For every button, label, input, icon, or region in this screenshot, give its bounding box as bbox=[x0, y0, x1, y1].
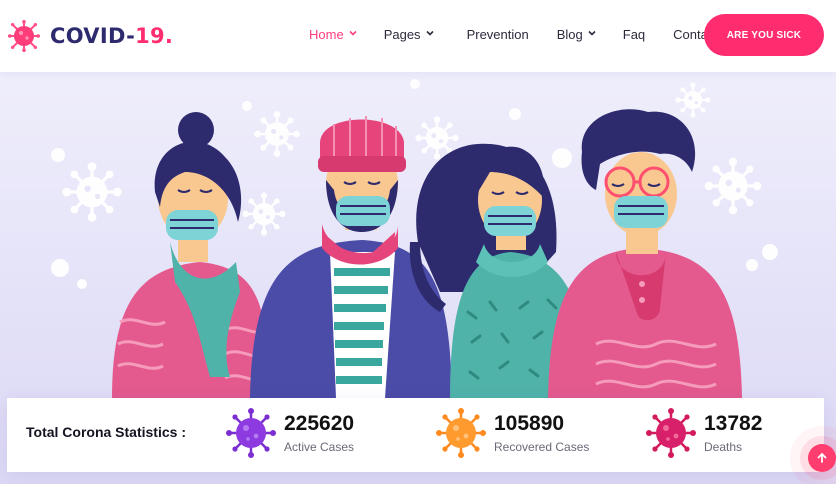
virus-logo-icon bbox=[8, 20, 40, 52]
person-man-beanie bbox=[250, 116, 452, 398]
are-you-sick-button[interactable]: ARE YOU SICK bbox=[704, 14, 824, 56]
chevron-down-icon bbox=[425, 30, 434, 36]
logo[interactable]: COVID-19. bbox=[8, 18, 173, 54]
stat-value: 225620 bbox=[284, 412, 355, 435]
nav-item-faq[interactable]: Faq bbox=[623, 27, 645, 42]
virus-icon bbox=[646, 408, 696, 458]
nav-item-label: Pages bbox=[383, 27, 421, 42]
stat-label: Recovered Cases bbox=[494, 440, 590, 454]
site-header: COVID-19. Home Pages Prevention Blog Faq… bbox=[0, 0, 836, 72]
virus-icon bbox=[226, 408, 276, 458]
nav-item-blog[interactable]: Blog bbox=[557, 27, 596, 42]
nav-item-label: Home bbox=[309, 27, 344, 42]
statistics-bar: Total Corona Statistics : 225620 Active … bbox=[7, 398, 824, 472]
person-man-glasses bbox=[548, 109, 742, 398]
virus-icon bbox=[436, 408, 486, 458]
nav-item-label: Blog bbox=[556, 27, 583, 42]
stat-value: 13782 bbox=[704, 412, 763, 435]
statistics-title: Total Corona Statistics : bbox=[26, 424, 186, 440]
nav-item-label: Faq bbox=[622, 27, 646, 42]
chevron-down-icon bbox=[588, 30, 596, 36]
nav-item-label: Prevention bbox=[466, 27, 529, 42]
nav-item-prevention[interactable]: Prevention bbox=[467, 27, 529, 42]
stat-value: 105890 bbox=[494, 412, 565, 435]
main-nav: Home Pages Prevention Blog Faq Contact bbox=[309, 27, 718, 42]
nav-item-pages[interactable]: Pages bbox=[384, 27, 434, 42]
stat-label: Deaths bbox=[704, 440, 743, 454]
person-woman-left bbox=[112, 112, 270, 398]
arrow-up-icon bbox=[817, 452, 827, 463]
brand-name: COVID-19. bbox=[50, 24, 174, 48]
chevron-down-icon bbox=[349, 30, 357, 36]
scroll-to-top-button[interactable] bbox=[808, 444, 836, 472]
nav-item-home[interactable]: Home bbox=[309, 27, 357, 42]
stat-label: Active Cases bbox=[284, 440, 355, 454]
